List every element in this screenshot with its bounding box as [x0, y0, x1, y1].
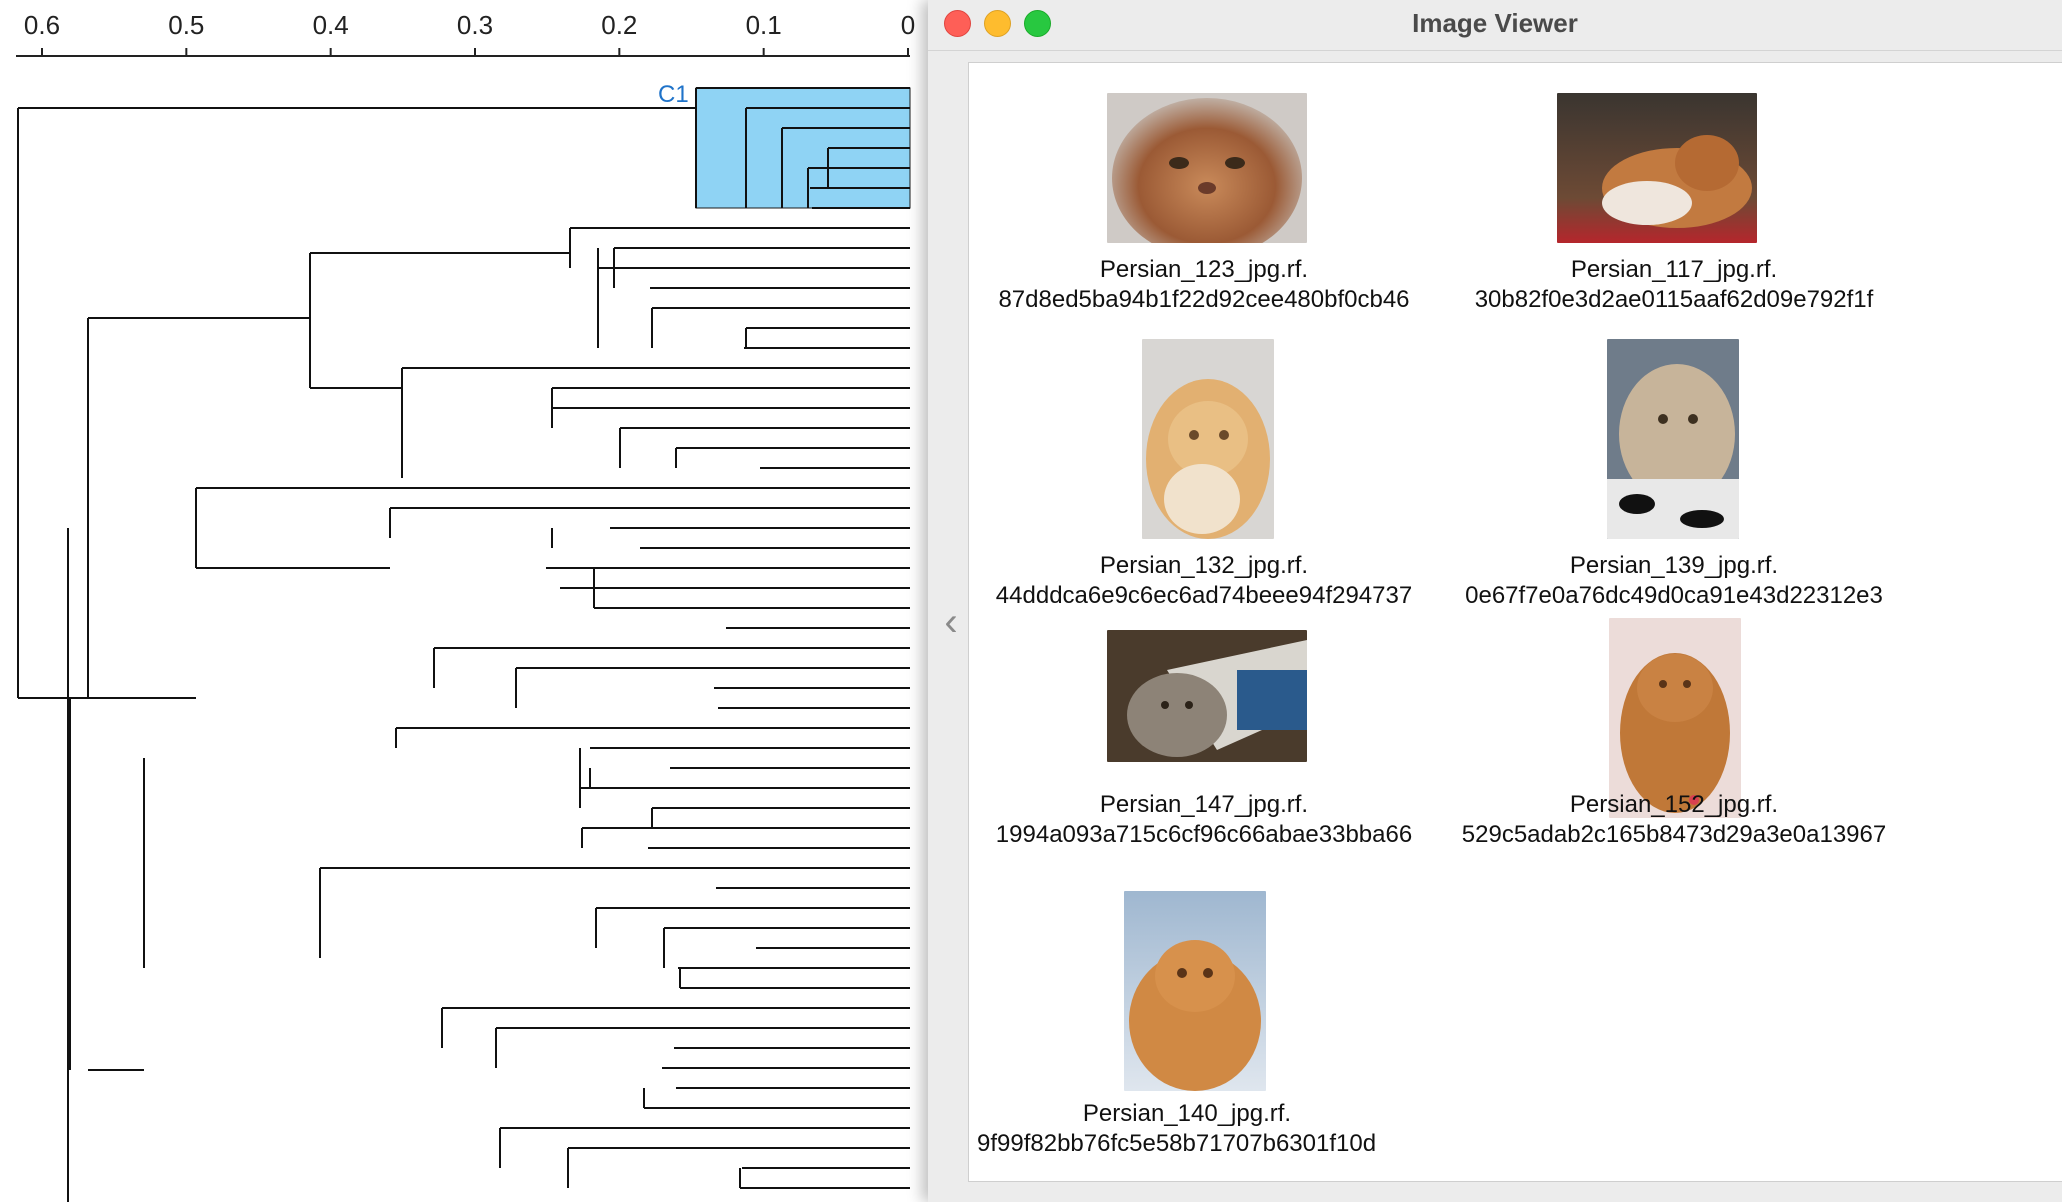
dendrogram-plot[interactable]: 0.6 0.5 0.4 0.3 0.2 0.1 0 C1 — [0, 0, 928, 1202]
axis-tick-label: 0.4 — [313, 10, 349, 40]
image-name-line1: Persian_123_jpg.rf. — [1099, 256, 1309, 283]
cat-thumbnail[interactable] — [1124, 891, 1266, 1091]
axis-tick-label: 0.5 — [168, 10, 204, 40]
image-caption: Persian_152_jpg.rf. 529c5adab2c165b8473d… — [1439, 790, 1909, 850]
window-title: Image Viewer — [1412, 8, 1578, 38]
axis-tick-label: 0.6 — [24, 10, 60, 40]
image-name-line1: Persian_132_jpg.rf. — [1099, 552, 1309, 579]
image-name-line1: Persian_139_jpg.rf. — [1569, 552, 1779, 579]
image-name-line2: 0e67f7e0a76dc49d0ca91e43d22312e3 — [1465, 582, 1883, 609]
image-name-line1: Persian_140_jpg.rf. — [1082, 1100, 1292, 1127]
cluster-c1-label[interactable]: C1 — [658, 81, 689, 108]
cat-thumbnail[interactable] — [1609, 618, 1741, 818]
image-caption: Persian_140_jpg.rf. 9f99f82bb76fc5e58b71… — [969, 1099, 1447, 1159]
axis-tick-label: 0.2 — [601, 10, 637, 40]
image-name-line2: 87d8ed5ba94b1f22d92cee480bf0cb46 — [998, 286, 1410, 313]
image-grid[interactable]: Persian_123_jpg.rf. 87d8ed5ba94b1f22d92c… — [968, 62, 2062, 1182]
axis-tick-label: 0.1 — [746, 10, 782, 40]
cat-thumbnail[interactable] — [1107, 93, 1307, 243]
chevron-left-icon[interactable]: ‹ — [936, 600, 966, 644]
axis-tick-label: 0.3 — [457, 10, 493, 40]
cat-thumbnail[interactable] — [1607, 339, 1739, 539]
image-caption: Persian_123_jpg.rf. 87d8ed5ba94b1f22d92c… — [969, 255, 1439, 315]
image-name-line2: 44dddca6e9c6ec6ad74beee94f294737 — [995, 582, 1413, 609]
cat-thumbnail[interactable] — [1107, 630, 1307, 762]
image-name-line2: 1994a093a715c6cf96c66abae33bba66 — [995, 821, 1413, 848]
image-name-line2: 30b82f0e3d2ae0115aaf62d09e792f1f — [1474, 286, 1874, 313]
image-caption: Persian_117_jpg.rf. 30b82f0e3d2ae0115aaf… — [1439, 255, 1909, 315]
image-viewer-window[interactable]: Image Viewer ‹ Persian_123_jpg.rf. 87d8e… — [928, 0, 2062, 1202]
image-name-line2: 529c5adab2c165b8473d29a3e0a13967 — [1461, 821, 1887, 848]
image-caption: Persian_139_jpg.rf. 0e67f7e0a76dc49d0ca9… — [1439, 551, 1909, 611]
image-caption: Persian_147_jpg.rf. 1994a093a715c6cf96c6… — [969, 790, 1439, 850]
image-name-line1: Persian_147_jpg.rf. — [1099, 791, 1309, 818]
cat-thumbnail[interactable] — [1557, 93, 1757, 243]
image-name-line2: 9f99f82bb76fc5e58b71707b6301f10d — [977, 1130, 1377, 1157]
dendrogram-panel[interactable]: 0.6 0.5 0.4 0.3 0.2 0.1 0 C1 — [0, 0, 928, 1202]
image-caption: Persian_132_jpg.rf. 44dddca6e9c6ec6ad74b… — [969, 551, 1439, 611]
cat-thumbnail[interactable] — [1142, 339, 1274, 539]
image-name-line1: Persian_117_jpg.rf. — [1570, 256, 1778, 283]
window-titlebar[interactable]: Image Viewer — [928, 0, 2062, 51]
image-name-line1: Persian_152_jpg.rf. — [1569, 791, 1779, 818]
axis-tick-label: 0 — [901, 10, 915, 40]
